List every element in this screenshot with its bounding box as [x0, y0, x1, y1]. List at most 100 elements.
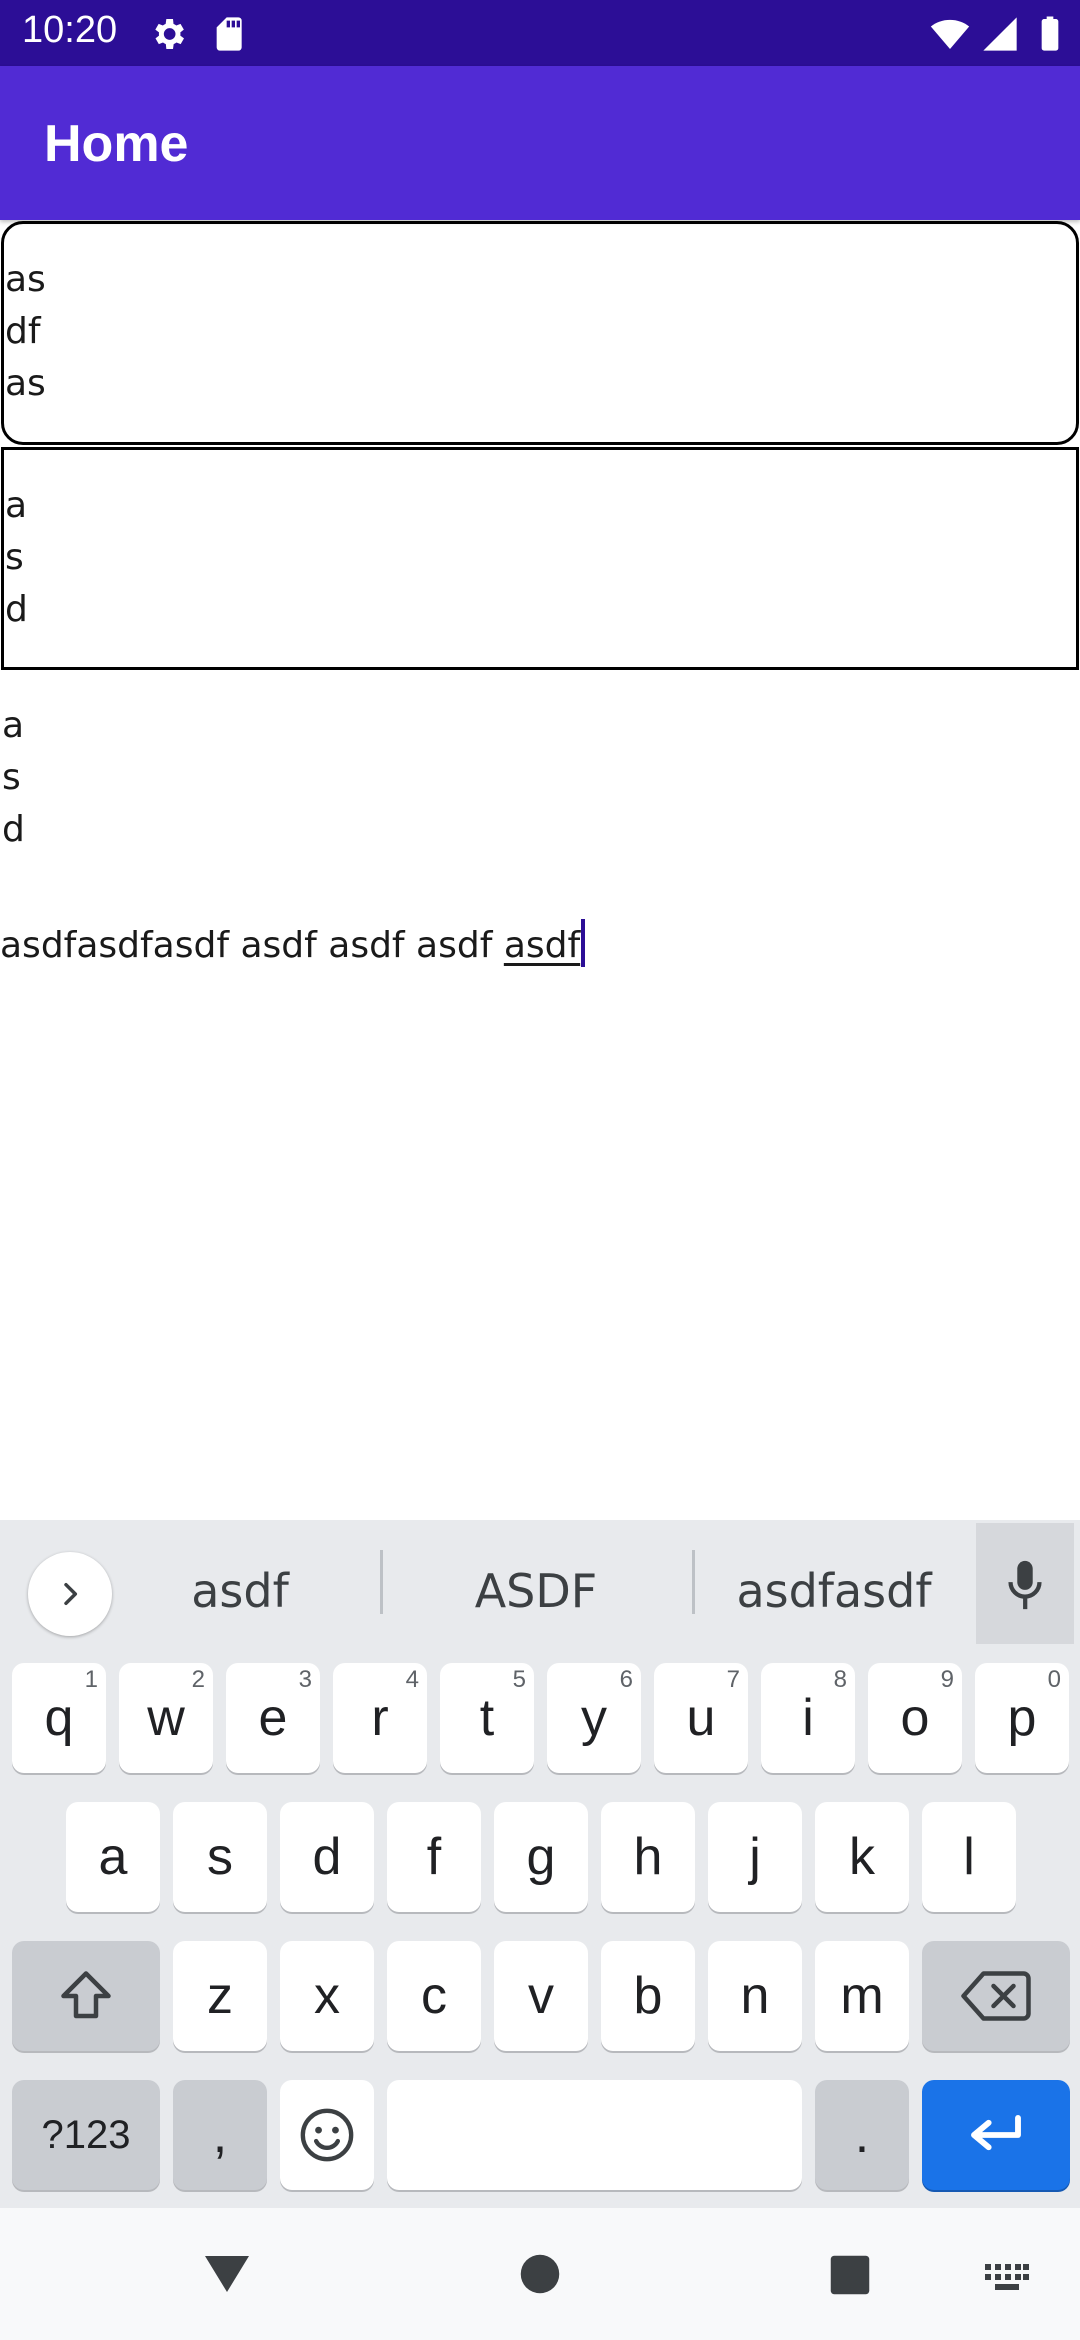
space-key[interactable] [387, 2080, 802, 2190]
symbols-key[interactable]: ?123 [12, 2080, 160, 2190]
key-n[interactable]: n [708, 1941, 802, 2051]
shift-key[interactable] [12, 1941, 160, 2051]
status-bar: 10:20 [0, 0, 1080, 66]
key-label: e [258, 1689, 288, 1747]
expand-toolbar-button[interactable] [28, 1552, 112, 1636]
microphone-icon [1008, 1560, 1042, 1610]
home-icon[interactable] [519, 2253, 561, 2295]
suggestion-divider [692, 1550, 695, 1614]
editor-line: as [5, 363, 46, 404]
key-y[interactable]: y6 [547, 1663, 641, 1773]
sd-card-icon [216, 17, 242, 51]
backspace-key[interactable] [922, 1941, 1070, 2051]
key-p[interactable]: p0 [975, 1663, 1069, 1773]
key-b[interactable]: b [601, 1941, 695, 2051]
square-editor[interactable]: a s d [1, 447, 1079, 670]
key-hint: 0 [1047, 1666, 1061, 1693]
text-entry[interactable]: asdfasdfasdf asdf asdf asdf asdf [0, 918, 1080, 978]
keyboard-icon[interactable] [985, 2264, 1029, 2292]
suggestion-2[interactable]: ASDF [420, 1556, 652, 1626]
key-s[interactable]: s [173, 1802, 267, 1912]
emoji-glyph [280, 2080, 374, 2190]
key-hint: 5 [512, 1666, 526, 1693]
comma-key[interactable]: , [173, 2080, 267, 2190]
key-label: p [1007, 1689, 1037, 1747]
app-bar: Home [0, 66, 1080, 220]
key-hint: 7 [726, 1666, 740, 1693]
key-f[interactable]: f [387, 1802, 481, 1912]
key-z[interactable]: z [173, 1941, 267, 2051]
key-w[interactable]: w2 [119, 1663, 213, 1773]
suggestion-1[interactable]: asdf [140, 1556, 340, 1626]
battery-icon [1041, 16, 1059, 51]
key-t[interactable]: t5 [440, 1663, 534, 1773]
composing-word: asdf [503, 925, 581, 966]
voice-input-button[interactable] [976, 1523, 1074, 1644]
key-label: y [581, 1689, 607, 1747]
key-label: i [802, 1689, 814, 1747]
label-line: a [2, 705, 25, 746]
key-m[interactable]: m [815, 1941, 909, 2051]
key-a[interactable]: a [66, 1802, 160, 1912]
key-u[interactable]: u7 [654, 1663, 748, 1773]
period-key[interactable]: . [815, 2080, 909, 2190]
enter-icon [971, 2114, 1021, 2151]
label-line: s [2, 757, 21, 798]
page-title: Home [44, 115, 189, 173]
editor-line: s [5, 537, 24, 578]
chevron-right-icon [64, 1582, 78, 1606]
key-hint: 4 [405, 1666, 419, 1693]
key-o[interactable]: o9 [868, 1663, 962, 1773]
status-time: 10:20 [22, 9, 118, 51]
backspace-glyph [922, 1941, 1070, 2051]
key-hint: 6 [619, 1666, 633, 1693]
key-label: t [479, 1689, 495, 1747]
key-hint: 3 [298, 1666, 312, 1693]
text-cursor [581, 919, 586, 967]
editor-line: a [5, 485, 28, 526]
key-label: r [371, 1689, 389, 1747]
key-k[interactable]: k [815, 1802, 909, 1912]
key-hint: 8 [833, 1666, 847, 1693]
key-j[interactable]: j [708, 1802, 802, 1912]
key-v[interactable]: v [494, 1941, 588, 2051]
key-c[interactable]: c [387, 1941, 481, 2051]
key-l[interactable]: l [922, 1802, 1016, 1912]
suggestion-3[interactable]: asdfasdf [722, 1556, 946, 1626]
key-e[interactable]: e3 [226, 1663, 320, 1773]
suggestion-divider [380, 1550, 383, 1614]
navigation-bar [0, 2208, 1080, 2340]
gear-icon [155, 19, 184, 49]
key-hint: 1 [84, 1666, 98, 1693]
emoji-key[interactable] [280, 2080, 374, 2190]
shift-icon [61, 1971, 111, 2019]
label-line: d [2, 809, 25, 850]
rounded-editor[interactable]: as df as [1, 221, 1079, 445]
key-i[interactable]: i8 [761, 1663, 855, 1773]
key-r[interactable]: r4 [333, 1663, 427, 1773]
signal-icon [983, 17, 1017, 51]
emoji-icon [300, 2108, 354, 2162]
key-d[interactable]: d [280, 1802, 374, 1912]
key-q[interactable]: q1 [12, 1663, 106, 1773]
recents-icon[interactable] [829, 2254, 871, 2296]
back-icon[interactable] [203, 2252, 251, 2296]
editor-line: d [5, 589, 28, 630]
key-h[interactable]: h [601, 1802, 695, 1912]
entry-text: asdfasdfasdf asdf asdf asdf [0, 925, 504, 966]
shift-glyph [12, 1941, 160, 2051]
wifi-icon [930, 19, 970, 49]
multiline-label: a s d [2, 700, 25, 856]
soft-keyboard: asdf ASDF asdfasdf q1 w2 e3 r4 t5 y6 u7 … [0, 1520, 1080, 2208]
enter-glyph [922, 2080, 1070, 2190]
key-x[interactable]: x [280, 1941, 374, 2051]
key-label: u [686, 1689, 716, 1747]
key-g[interactable]: g [494, 1802, 588, 1912]
enter-key[interactable] [922, 2080, 1070, 2190]
key-label: q [44, 1689, 74, 1747]
suggestion-strip: asdf ASDF asdfasdf [0, 1520, 1080, 1644]
key-label: o [900, 1689, 930, 1747]
key-hint: 9 [940, 1666, 954, 1693]
key-label: w [147, 1689, 185, 1747]
key-hint: 2 [191, 1666, 205, 1693]
